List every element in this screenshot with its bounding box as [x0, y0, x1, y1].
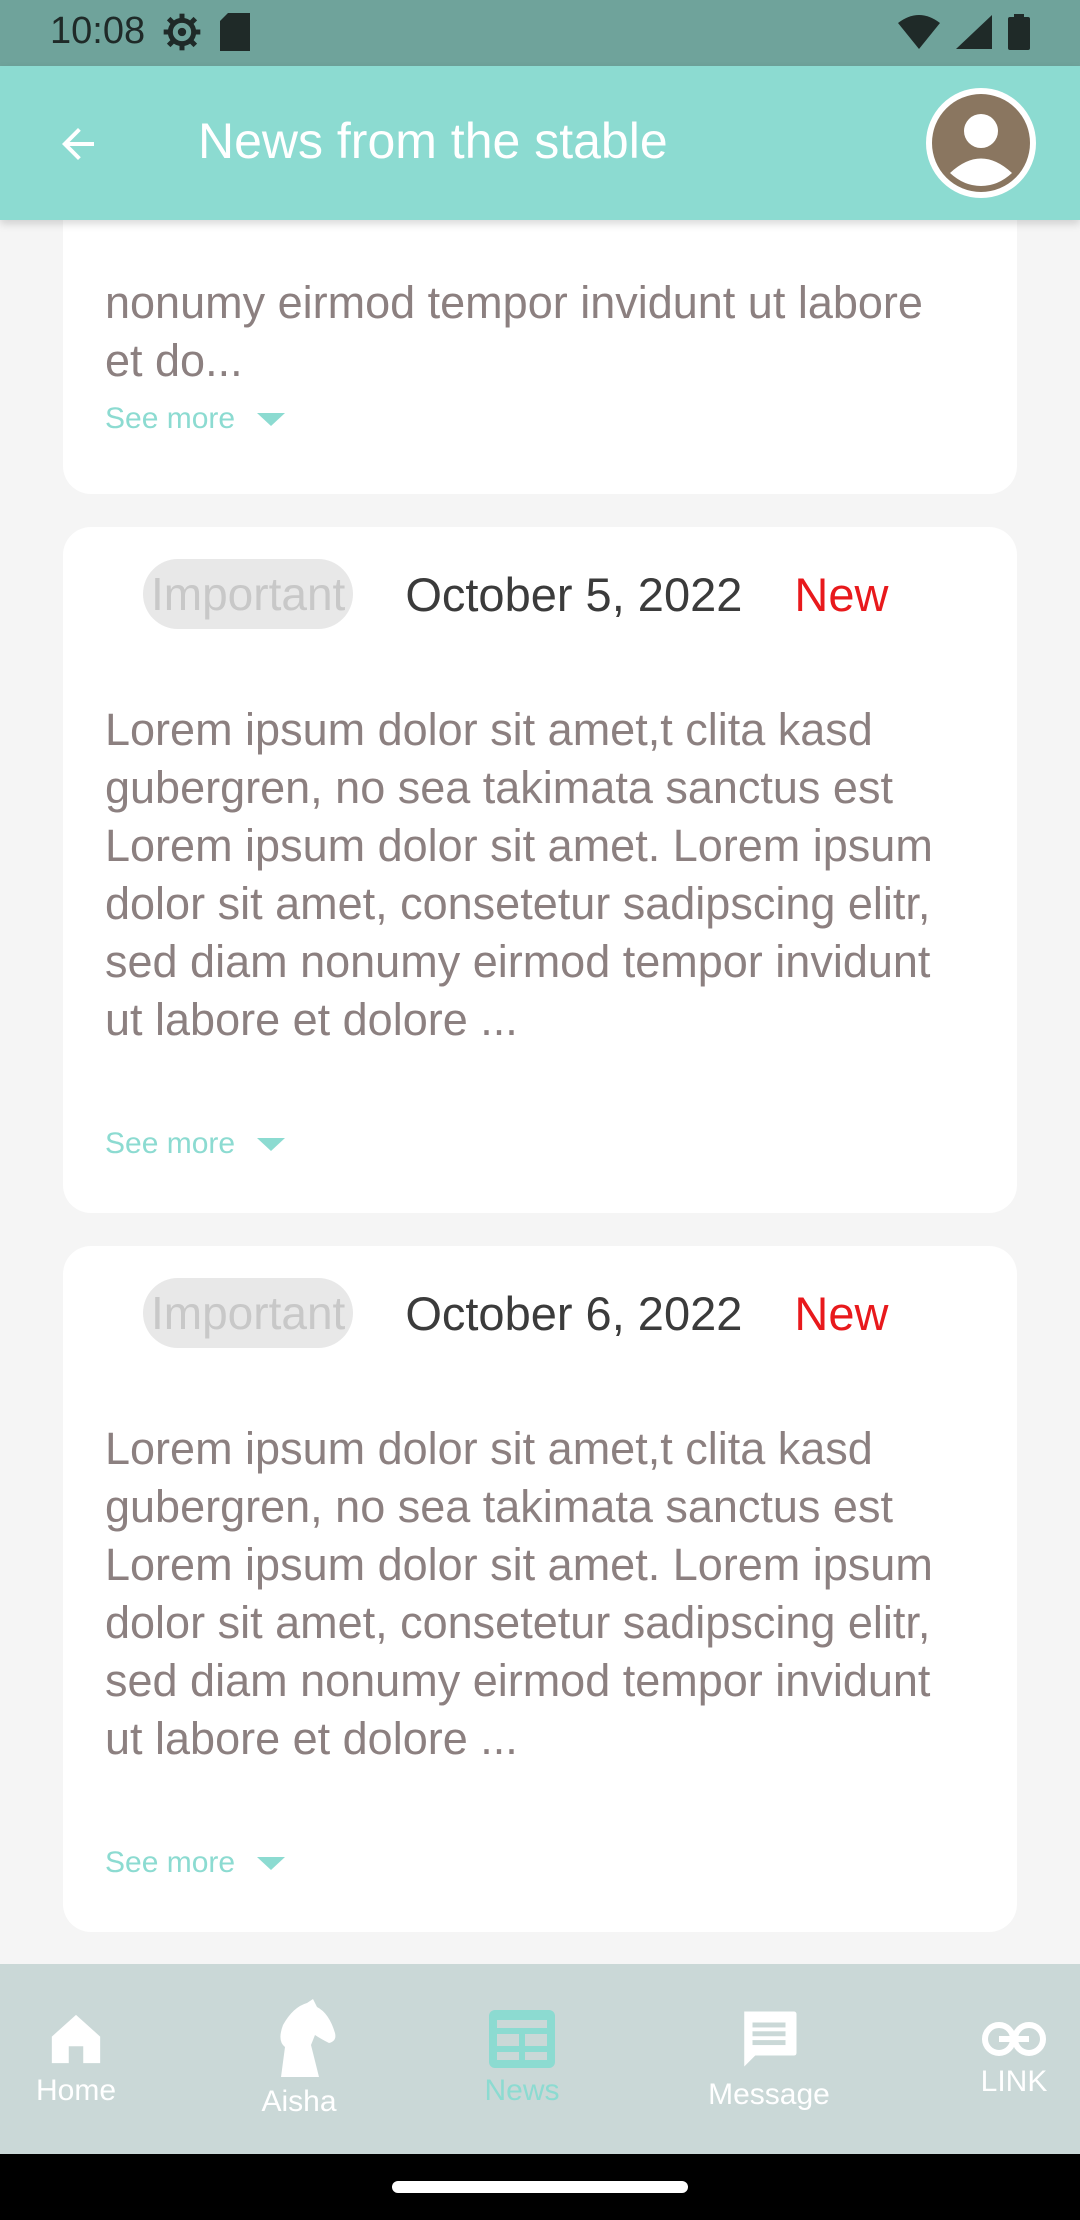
back-button[interactable]: [40, 106, 116, 182]
nav-item-message[interactable]: Message: [690, 1964, 848, 2154]
news-list[interactable]: nonumy eirmod tempor invidunt ut labore …: [0, 220, 1080, 1964]
news-body-text: nonumy eirmod tempor invidunt ut labore …: [105, 277, 923, 386]
nav-label: News: [484, 2074, 560, 2107]
see-more-label: See more: [105, 1846, 236, 1879]
settings-icon: [163, 13, 201, 51]
news-card: Important October 5, 2022 New Lorem ipsu…: [63, 527, 1017, 1213]
news-date: October 6, 2022: [405, 1286, 743, 1340]
app-bar: News from the stable: [0, 66, 1080, 220]
profile-avatar-button[interactable]: [926, 88, 1036, 198]
news-body-text: Lorem ipsum dolor sit amet,t clita kasd …: [105, 1423, 933, 1764]
message-icon: [744, 2011, 797, 2067]
see-more-button[interactable]: See more: [105, 1127, 286, 1161]
horse-icon: [280, 1999, 336, 2077]
nav-label: Home: [35, 2074, 117, 2107]
see-more-label: See more: [105, 1127, 236, 1160]
person-icon: [932, 94, 1030, 192]
nav-item-news[interactable]: News: [464, 1964, 580, 2154]
chevron-down-icon: [257, 1137, 286, 1151]
home-icon: [51, 2014, 101, 2064]
news-body-text: Lorem ipsum dolor sit amet,t clita kasd …: [105, 704, 933, 1045]
page-title: News from the stable: [198, 113, 668, 169]
chevron-down-icon: [257, 1856, 286, 1870]
news-date: October 5, 2022: [405, 567, 743, 621]
news-card: nonumy eirmod tempor invidunt ut labore …: [63, 220, 1017, 494]
nav-item-aisha[interactable]: Aisha: [240, 1964, 358, 2154]
see-more-button[interactable]: See more: [105, 1846, 286, 1880]
home-gesture-handle[interactable]: [392, 2181, 688, 2193]
nav-label: LINK: [980, 2065, 1048, 2098]
battery-icon: [1008, 14, 1030, 50]
chevron-down-icon: [257, 412, 286, 426]
see-more-label: See more: [105, 402, 236, 435]
important-tag: Important: [143, 1278, 354, 1348]
wifi-icon: [898, 15, 940, 49]
see-more-button[interactable]: See more: [105, 402, 286, 436]
gesture-bar: [0, 2154, 1080, 2220]
nav-label: Message: [708, 2078, 830, 2111]
arrow-back-icon: [62, 128, 94, 160]
important-tag: Important: [143, 559, 354, 629]
sd-card-icon: [220, 13, 250, 51]
link-icon: [982, 2022, 1046, 2056]
news-card-header: Important October 5, 2022 New: [143, 557, 888, 631]
nav-item-home[interactable]: Home: [18, 1964, 134, 2154]
nav-item-link[interactable]: LINK: [964, 1964, 1064, 2154]
new-badge: New: [794, 567, 889, 621]
news-card: Important October 6, 2022 New Lorem ipsu…: [63, 1246, 1017, 1932]
status-bar: 10:08: [0, 0, 1080, 66]
nav-label: Aisha: [261, 2085, 337, 2118]
bottom-navigation: Home Aisha News Message LINK: [0, 1964, 1080, 2154]
signal-icon: [956, 15, 992, 49]
status-time: 10:08: [50, 10, 146, 52]
new-badge: New: [794, 1286, 889, 1340]
news-icon: [489, 2010, 555, 2068]
news-card-header: Important October 6, 2022 New: [143, 1276, 888, 1350]
